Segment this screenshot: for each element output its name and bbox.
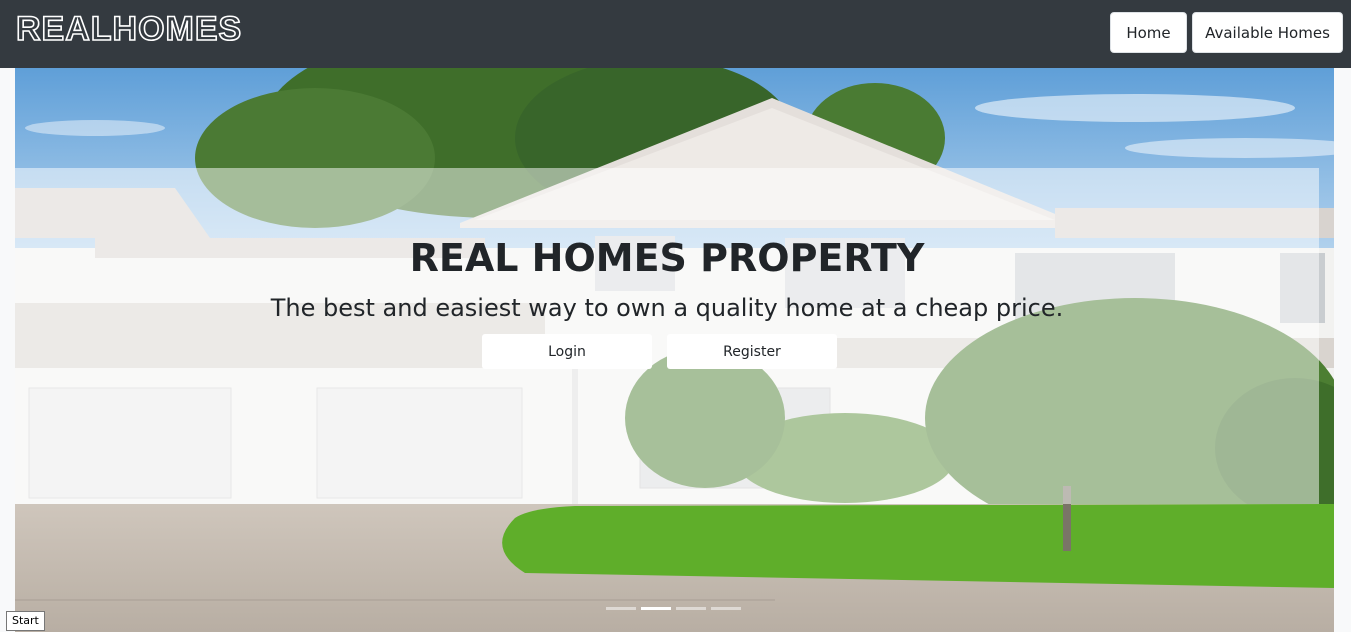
nav-available-homes-button[interactable]: Available Homes (1192, 12, 1343, 53)
carousel-indicators (606, 607, 741, 610)
carousel-indicator[interactable] (641, 607, 671, 610)
register-button[interactable]: Register (667, 334, 837, 369)
start-label: Start (6, 611, 45, 631)
carousel-indicator[interactable] (676, 607, 706, 610)
navbar: REALHOMES Home Available Homes (0, 0, 1351, 68)
login-button[interactable]: Login (482, 334, 652, 369)
brand-logo[interactable]: REALHOMES (15, 9, 242, 49)
hero-title: REAL HOMES PROPERTY (409, 236, 925, 280)
carousel-indicator[interactable] (711, 607, 741, 610)
carousel-indicator[interactable] (606, 607, 636, 610)
hero-subtitle: The best and easiest way to own a qualit… (270, 294, 1064, 322)
nav-home-button[interactable]: Home (1110, 12, 1187, 53)
